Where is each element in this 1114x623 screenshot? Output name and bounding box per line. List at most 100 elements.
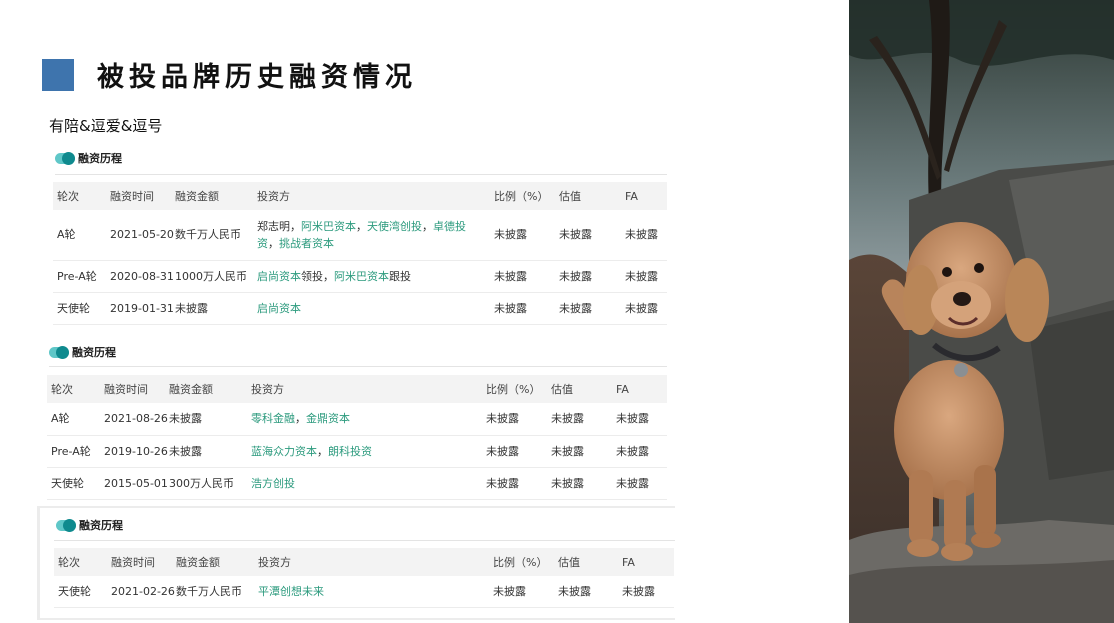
investor-separator: 领投， <box>301 269 334 283</box>
header-round: 轮次 <box>51 383 73 396</box>
financing-panel-1: 融资历程 轮次 融资时间 融资金额 投资方 比例（%） 估值 FA A轮 202… <box>53 143 667 325</box>
cell-fa: 未披露 <box>621 210 667 261</box>
cell-round: 天使轮 <box>53 292 106 325</box>
header-ratio: 比例（%） <box>486 383 541 396</box>
cell-ratio: 未披露 <box>482 403 547 436</box>
table-row: 天使轮 2015-05-01 300万人民币 浩方创投 未披露 未披露 未披露 <box>47 467 667 500</box>
cell-fa: 未披露 <box>621 292 667 325</box>
cell-investors: 浩方创投 <box>247 467 482 500</box>
header-valuation: 估值 <box>558 556 580 569</box>
cell-amount: 1000万人民币 <box>171 260 253 293</box>
cell-date: 2020-08-31 <box>106 260 174 293</box>
investor-separator: ， <box>295 412 306 426</box>
brand-names: 有陪&逗爱&逗号 <box>49 117 163 135</box>
cell-valuation: 未披露 <box>547 403 612 436</box>
cell-valuation: 未披露 <box>555 292 621 325</box>
header-fa: FA <box>616 382 629 396</box>
cell-fa: 未披露 <box>618 576 674 608</box>
header-fa: FA <box>622 555 635 569</box>
cell-ratio: 未披露 <box>489 576 554 608</box>
header-date: 融资时间 <box>111 556 155 569</box>
table-row: 天使轮 2021-02-26 数千万人民币 平潭创想未来 未披露 未披露 未披露 <box>54 576 674 608</box>
cell-round: Pre-A轮 <box>47 435 100 468</box>
cell-amount: 未披露 <box>171 292 253 325</box>
cell-fa: 未披露 <box>612 403 667 436</box>
investor-separator: ， <box>422 219 433 233</box>
investor-link[interactable]: 阿米巴资本 <box>334 270 389 283</box>
header-amount: 融资金额 <box>169 383 213 396</box>
cell-round: 天使轮 <box>54 576 107 608</box>
cell-date: 2019-10-26 <box>100 435 168 468</box>
investor-link[interactable]: 浩方创投 <box>251 477 295 490</box>
page-title: 被投品牌历史融资情况 <box>97 62 417 93</box>
table-header-row: 轮次 融资时间 融资金额 投资方 比例（%） 估值 FA <box>53 182 667 210</box>
panel-header: 融资历程 <box>55 144 122 172</box>
cell-date: 2021-08-26 <box>100 403 168 436</box>
header-fa: FA <box>625 189 638 203</box>
investor-separator: ， <box>356 219 367 233</box>
investor-separator: ， <box>290 219 301 233</box>
financing-table: 轮次 融资时间 融资金额 投资方 比例（%） 估值 FA A轮 2021-08-… <box>47 375 667 500</box>
header-ratio: 比例（%） <box>493 556 548 569</box>
header-round: 轮次 <box>58 556 80 569</box>
cell-ratio: 未披露 <box>482 435 547 468</box>
table-header-row: 轮次 融资时间 融资金额 投资方 比例（%） 估值 FA <box>47 375 667 403</box>
panel-title: 融资历程 <box>78 152 122 165</box>
header-round: 轮次 <box>57 190 79 203</box>
investor-link[interactable]: 启尚资本 <box>257 302 301 315</box>
cell-valuation: 未披露 <box>554 576 618 608</box>
panel-header: 融资历程 <box>49 338 116 366</box>
investor-link[interactable]: 蓝海众力资本 <box>251 445 317 458</box>
investor-link[interactable]: 零科金融 <box>251 412 295 425</box>
header-valuation: 估值 <box>551 383 573 396</box>
panel-divider <box>54 540 675 541</box>
cell-amount: 未披露 <box>165 435 247 468</box>
header-investors: 投资方 <box>257 190 290 203</box>
cell-investors: 平潭创想未来 <box>254 576 489 608</box>
toggle-icon <box>49 345 69 359</box>
dog-photo <box>849 0 1114 623</box>
cell-amount: 300万人民币 <box>165 467 247 500</box>
financing-panel-3: 融资历程 轮次 融资时间 融资金额 投资方 比例（%） 估值 FA 天使轮 20… <box>37 506 675 620</box>
table-header-row: 轮次 融资时间 融资金额 投资方 比例（%） 估值 FA <box>54 548 674 576</box>
panel-divider <box>49 366 667 367</box>
table-row: A轮 2021-08-26 未披露 零科金融，金鼎资本 未披露 未披露 未披露 <box>47 403 667 436</box>
cell-date: 2021-05-20 <box>106 210 174 261</box>
investor-separator: ， <box>268 236 279 250</box>
cell-amount: 数千万人民币 <box>171 210 253 261</box>
header-amount: 融资金额 <box>176 556 220 569</box>
cell-round: A轮 <box>47 403 100 436</box>
header-valuation: 估值 <box>559 190 581 203</box>
cell-valuation: 未披露 <box>547 467 612 500</box>
table-row: 天使轮 2019-01-31 未披露 启尚资本 未披露 未披露 未披露 <box>53 292 667 325</box>
header-date: 融资时间 <box>104 383 148 396</box>
cell-ratio: 未披露 <box>490 260 555 293</box>
investor-link[interactable]: 天使湾创投 <box>367 220 422 233</box>
cell-investors: 零科金融，金鼎资本 <box>247 403 482 436</box>
cell-ratio: 未披露 <box>490 210 555 261</box>
cell-fa: 未披露 <box>612 467 667 500</box>
investor-name: 郑志明 <box>257 219 290 233</box>
cell-amount: 未披露 <box>165 403 247 436</box>
investor-link[interactable]: 朗科投资 <box>328 445 372 458</box>
toggle-icon <box>55 151 75 165</box>
investor-link[interactable]: 金鼎资本 <box>306 412 350 425</box>
header-investors: 投资方 <box>251 383 284 396</box>
cell-investors: 郑志明，阿米巴资本，天使湾创投，卓德投资，挑战者资本 <box>253 210 490 261</box>
toggle-icon <box>56 518 76 532</box>
investor-link[interactable]: 阿米巴资本 <box>301 220 356 233</box>
header-investors: 投资方 <box>258 556 291 569</box>
cell-ratio: 未披露 <box>482 467 547 500</box>
investor-link[interactable]: 启尚资本 <box>257 270 301 283</box>
investor-separator: 跟投 <box>389 269 411 283</box>
investor-link[interactable]: 平潭创想未来 <box>258 585 324 598</box>
cell-date: 2015-05-01 <box>100 467 168 500</box>
cell-fa: 未披露 <box>612 435 667 468</box>
panel-divider <box>55 174 667 175</box>
investor-link[interactable]: 挑战者资本 <box>279 237 334 250</box>
investor-separator: ， <box>317 444 328 458</box>
table-row: Pre-A轮 2020-08-31 1000万人民币 启尚资本领投，阿米巴资本跟… <box>53 260 667 293</box>
panel-header: 融资历程 <box>56 511 123 539</box>
header-ratio: 比例（%） <box>494 190 549 203</box>
cell-round: 天使轮 <box>47 467 100 500</box>
